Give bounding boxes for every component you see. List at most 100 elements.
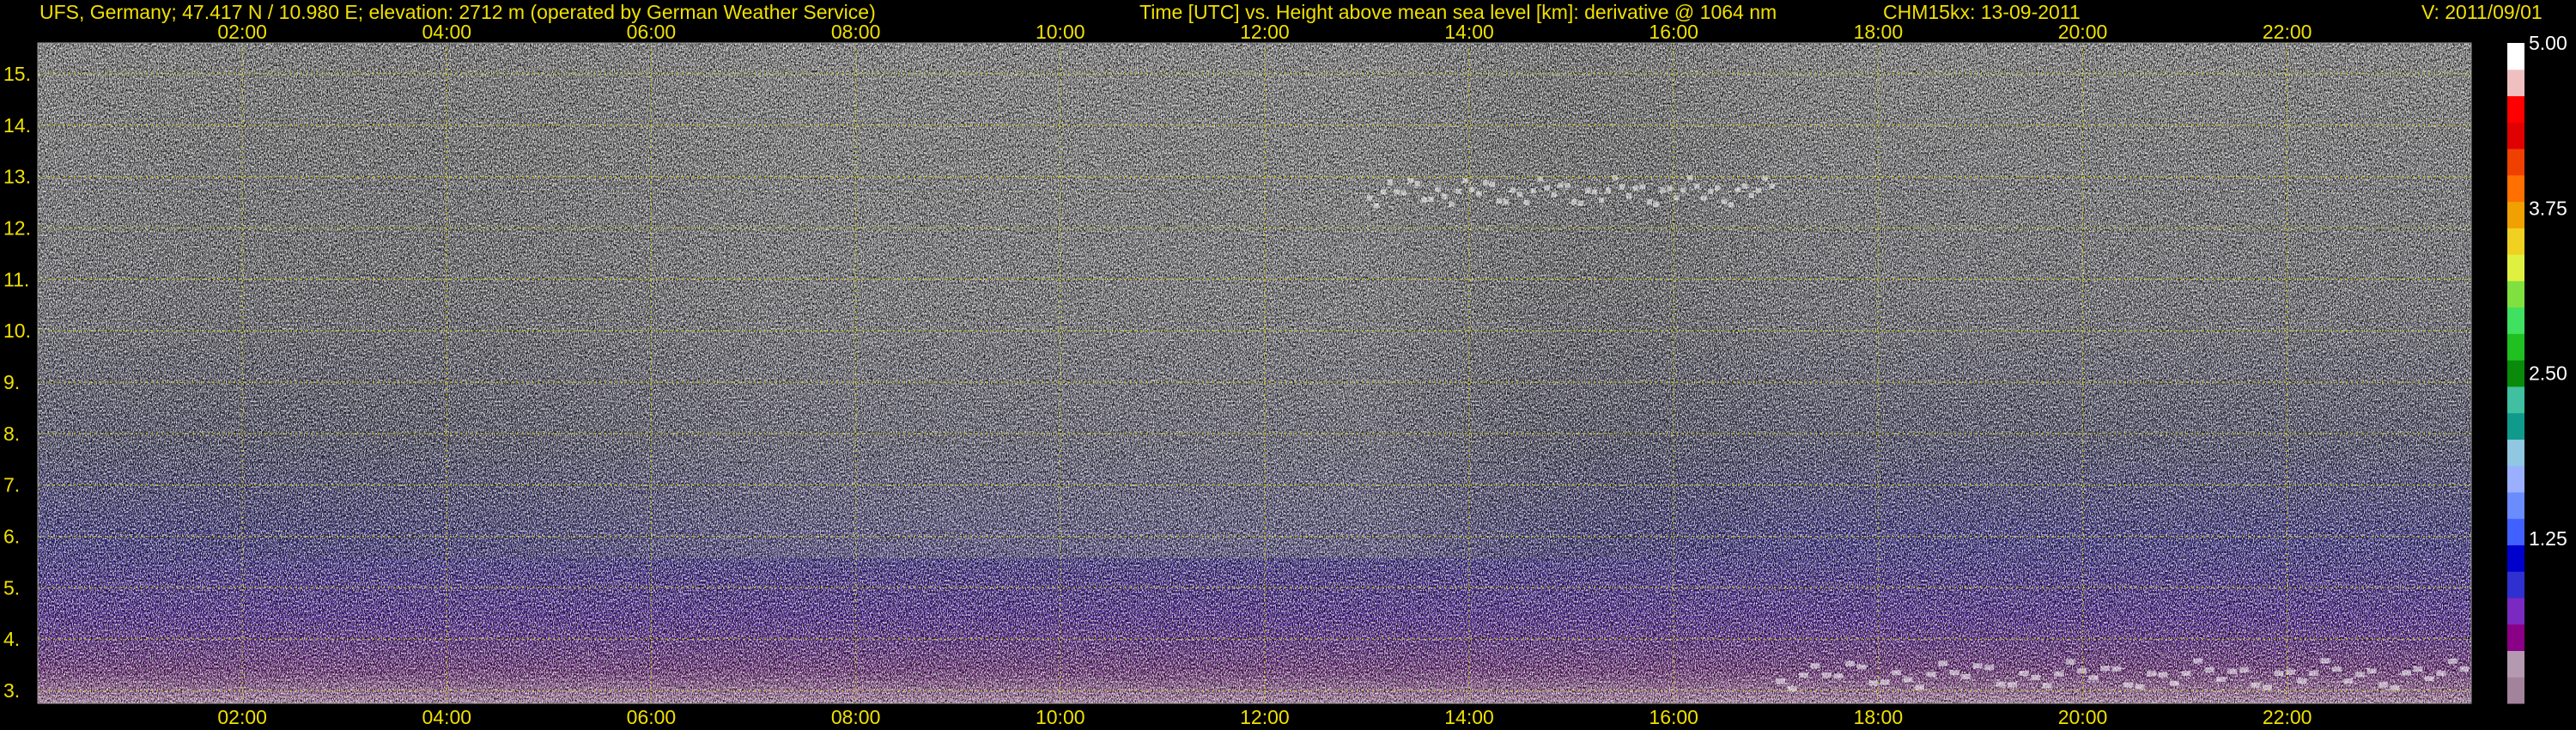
colorbar-segment — [2507, 69, 2524, 97]
colorbar-segment — [2507, 518, 2524, 545]
colorbar-segment — [2507, 149, 2524, 176]
y-tick-label: 7. — [3, 474, 20, 496]
colorbar-segment — [2507, 650, 2524, 678]
x-axis-top: 02:00 04:00 06:00 08:00 10:00 12:00 14:00 16:00… — [217, 21, 2312, 43]
feature-mark — [2216, 677, 2226, 683]
y-tick-label: 12. — [3, 216, 31, 239]
feature-mark — [1544, 185, 1550, 191]
y-tick-label: 4. — [3, 628, 20, 650]
feature-mark — [1475, 191, 1482, 197]
feature-mark — [2332, 666, 2342, 672]
feature-mark — [1735, 187, 1741, 193]
feature-mark — [1469, 186, 1475, 192]
feature-mark — [2448, 658, 2458, 664]
feature-mark — [2459, 666, 2470, 672]
feature-mark — [2100, 666, 2110, 672]
x-tick-label-bottom: 12:00 — [1240, 706, 1290, 728]
colorbar-ticks: 5.00 3.75 2.50 1.25 — [2529, 32, 2567, 550]
colorbar-segment — [2507, 465, 2524, 493]
x-tick-label-bottom: 18:00 — [1854, 706, 1904, 728]
colorbar-segment — [2507, 571, 2524, 599]
colorbar-segment — [2507, 439, 2524, 466]
feature-mark — [2263, 684, 2272, 690]
colorbar-segment — [2507, 95, 2524, 123]
feature-mark — [2320, 658, 2330, 664]
feature-mark — [2088, 675, 2099, 681]
colorbar-segment — [2507, 43, 2524, 70]
x-tick-label-bottom: 10:00 — [1036, 706, 1085, 728]
feature-mark — [1455, 188, 1461, 194]
feature-mark — [1578, 200, 1584, 206]
feature-mark — [1530, 188, 1536, 194]
x-tick-label-bottom: 16:00 — [1649, 706, 1698, 728]
x-tick-label-top: 18:00 — [1854, 21, 1904, 43]
colorbar-tick-label: 1.25 — [2529, 527, 2567, 550]
y-axis: 3. 4. 5. 6. 7. 8. 9. 10. 11. 12. 13. 14. 15. — [3, 63, 31, 702]
feature-mark — [2425, 676, 2434, 682]
colorbar-segment — [2507, 174, 2524, 203]
feature-mark — [2111, 666, 2122, 672]
feature-mark — [1972, 663, 1983, 669]
feature-mark — [1680, 187, 1686, 193]
x-tick-label-top: 04:00 — [422, 21, 472, 43]
feature-mark — [1394, 189, 1400, 195]
x-tick-label-top: 22:00 — [2263, 21, 2312, 43]
feature-mark — [1591, 189, 1598, 195]
colorbar-segment — [2507, 544, 2524, 572]
feature-mark — [1564, 183, 1571, 189]
feature-mark — [1625, 193, 1631, 199]
feature-mark — [2239, 667, 2249, 673]
feature-mark — [1714, 185, 1721, 191]
y-tick-label: 5. — [3, 576, 20, 599]
feature-mark — [1639, 184, 1645, 190]
colorbar-segment — [2507, 333, 2524, 361]
y-tick-label: 11. — [3, 268, 29, 290]
feature-mark — [2274, 671, 2284, 677]
ceilometer-chart: 02:00 04:00 06:00 08:00 10:00 12:00 14:00 16:00… — [3, 21, 2567, 728]
feature-mark — [1769, 183, 1775, 189]
feature-mark — [2008, 682, 2017, 688]
feature-mark — [2042, 683, 2052, 689]
x-tick-label-bottom: 04:00 — [422, 706, 472, 728]
feature-mark — [2170, 680, 2179, 686]
feature-mark — [1400, 190, 1407, 196]
feature-mark — [2402, 670, 2411, 676]
feature-mark — [2379, 682, 2388, 688]
colorbar-tick-label: 5.00 — [2529, 32, 2567, 54]
colorbar-segment — [2507, 677, 2524, 704]
colorbar-segment — [2507, 491, 2524, 520]
feature-mark — [2019, 670, 2029, 676]
feature-mark — [2413, 666, 2423, 672]
feature-mark — [2204, 666, 2215, 672]
feature-mark — [1510, 187, 1516, 193]
feature-mark — [1442, 193, 1448, 199]
noise-light — [38, 43, 2471, 703]
feature-mark — [2366, 668, 2377, 674]
feature-mark — [1687, 174, 1693, 180]
feature-mark — [1961, 673, 1971, 679]
colorbar-segment — [2507, 386, 2524, 414]
feature-mark — [1598, 198, 1605, 204]
feature-mark — [1748, 192, 1754, 198]
x-tick-label-bottom: 02:00 — [217, 706, 267, 728]
feature-mark — [1810, 663, 1820, 669]
feature-mark — [1605, 187, 1612, 193]
y-tick-label: 13. — [3, 166, 31, 188]
feature-mark — [2135, 684, 2145, 690]
x-tick-label-top: 10:00 — [1036, 21, 1085, 43]
x-tick-label-bottom: 22:00 — [2263, 706, 2312, 728]
feature-mark — [1523, 199, 1529, 205]
feature-mark — [1833, 673, 1844, 679]
feature-mark — [2390, 685, 2400, 691]
x-tick-label-bottom: 14:00 — [1444, 706, 1494, 728]
x-tick-label-top: 16:00 — [1649, 21, 1698, 43]
y-tick-label: 3. — [3, 679, 20, 702]
feature-mark — [1496, 198, 1503, 204]
x-tick-label-bottom: 08:00 — [831, 706, 881, 728]
feature-mark — [1421, 197, 1427, 203]
y-tick-label: 10. — [3, 319, 31, 342]
feature-mark — [2297, 678, 2307, 684]
feature-mark — [1373, 203, 1380, 209]
feature-mark — [2343, 678, 2354, 684]
feature-mark — [1380, 189, 1387, 195]
